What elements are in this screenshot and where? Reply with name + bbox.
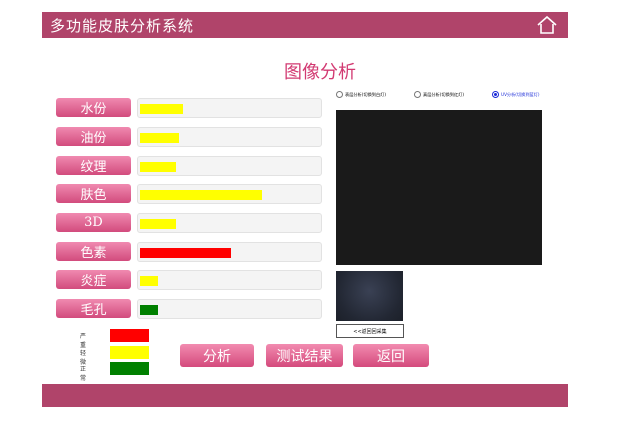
metric-track [137,299,322,319]
metric-fill [140,276,158,286]
mode-label: 真层分析(切换到红灯) [423,91,464,97]
metric-track [137,98,322,118]
metric-track [137,156,322,176]
metric-button[interactable]: 炎症 [56,270,131,289]
legend-label: 严重 [80,333,87,349]
legend-swatch [110,346,149,359]
metric-fill [140,190,262,200]
mode-radio-uv[interactable]: UV分析(切换到蓝灯) [492,91,540,98]
analyze-button[interactable]: 分析 [180,344,254,367]
metric-track [137,127,322,147]
capture-thumbnail[interactable] [336,271,403,321]
footer-bar [42,384,568,407]
mode-radio-surface[interactable]: 表层分析(切换到白灯) [336,91,386,98]
mode-radio-deep[interactable]: 真层分析(切换到红灯) [414,91,464,98]
mode-label: 表层分析(切换到白灯) [345,91,386,97]
metric-track [137,242,322,262]
metric-button[interactable]: 3D [56,213,131,232]
header-bar: 多功能皮肤分析系统 [42,12,568,38]
legend-swatch [110,329,149,342]
metric-fill [140,162,176,172]
metric-fill [140,219,176,229]
mode-selector: 表层分析(切换到白灯) 真层分析(切换到红灯) UV分析(切换到蓝灯) [336,91,566,103]
home-icon[interactable] [536,15,558,35]
return-capture-button[interactable]: <<返回回采集 [336,324,404,338]
metric-track [137,184,322,204]
metric-button[interactable]: 肤色 [56,184,131,203]
metric-button[interactable]: 纹理 [56,156,131,175]
legend-swatch [110,362,149,375]
metric-fill [140,104,183,114]
image-preview [336,110,542,265]
radio-dot[interactable] [492,91,499,98]
results-button[interactable]: 测试结果 [266,344,343,367]
radio-dot[interactable] [336,91,343,98]
app-title: 多功能皮肤分析系统 [50,16,195,35]
metric-button[interactable]: 色素 [56,242,131,261]
metric-fill [140,305,158,315]
metric-track [137,270,322,290]
metric-button[interactable]: 油份 [56,127,131,146]
back-button[interactable]: 返回 [353,344,429,367]
page-title: 图像分析 [284,62,356,83]
legend-label: 正常 [80,366,87,382]
metric-track [137,213,322,233]
metric-fill [140,248,231,258]
metric-fill [140,133,179,143]
radio-dot[interactable] [414,91,421,98]
metric-button[interactable]: 水份 [56,98,131,117]
mode-label: UV分析(切换到蓝灯) [501,91,540,97]
metric-button[interactable]: 毛孔 [56,299,131,318]
